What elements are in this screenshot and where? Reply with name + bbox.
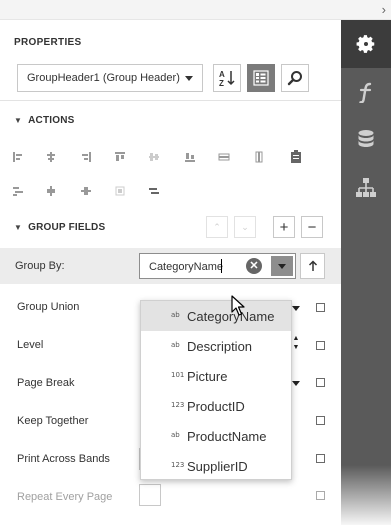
prop-group-union-label: Group Union [17,301,80,313]
list-item-label: ProductName [187,429,267,444]
spin-icon[interactable]: ▲ ▼ [291,334,301,352]
send-to-back-icon[interactable] [146,184,162,198]
svg-text:A: A [219,70,225,79]
panel-title: PROPERTIES [14,37,82,48]
mouse-pointer-icon [231,295,245,316]
panel-top-strip: › [0,0,391,20]
prop-repeat-every-page-checkbox[interactable] [139,484,161,506]
list-item[interactable]: 101 Picture [141,361,291,391]
chevron-down-icon[interactable] [292,306,300,311]
align-middle-icon[interactable] [146,150,162,164]
component-selector[interactable]: GroupHeader1 (Group Header) [17,64,203,92]
align-right-icon[interactable] [78,150,94,164]
align-center-icon[interactable] [43,150,59,164]
size-to-grid-icon[interactable] [10,184,26,198]
gear-icon [356,35,375,53]
dropdown-button[interactable] [271,256,293,276]
align-left-icon[interactable] [10,150,26,164]
field-dropdown-list: ab CategoryName ab Description 101 Pictu… [140,300,292,480]
chevron-down-icon [278,263,286,269]
categorized-view-button[interactable] [247,64,275,92]
prop-page-break-label: Page Break [17,377,75,389]
chevron-down-icon: ⌄ [241,221,249,232]
list-item-label: ProductID [187,399,245,414]
group-fields-section-header[interactable]: ▼ GROUP FIELDS [14,222,105,233]
chevron-down-icon[interactable] [292,381,300,386]
center-vertically-icon[interactable] [78,184,94,198]
remove-group-field-button[interactable]: − [301,216,323,238]
text-caret [221,259,222,273]
collapse-triangle-icon: ▼ [14,223,23,232]
sort-alphabetical-icon: A Z [219,70,235,87]
tab-field-list[interactable] [341,116,391,164]
plus-icon: + [279,218,289,236]
properties-panel: PROPERTIES GroupHeader1 (Group Header) A… [0,20,341,525]
align-bottom-icon[interactable] [182,150,198,164]
svg-text:Z: Z [219,79,224,87]
categorized-view-icon [253,70,269,86]
search-icon [287,71,302,86]
collapse-panel-chevron-icon[interactable]: › [382,2,386,17]
prop-level-checkbox[interactable] [316,341,325,350]
side-tab-rail [341,20,391,525]
list-item[interactable]: 123 ProductID [141,391,291,421]
actions-section-header[interactable]: ▼ ACTIONS [14,115,75,126]
group-by-label: Group By: [15,260,65,272]
align-top-icon[interactable] [112,150,128,164]
sort-alphabetical-button[interactable]: A Z [213,64,241,92]
group-fields-section-label: GROUP FIELDS [28,222,106,233]
prop-level-label: Level [17,339,44,351]
same-height-icon[interactable] [251,150,267,164]
prop-print-across-bands-label: Print Across Bands [17,453,110,465]
function-icon [359,82,372,103]
list-item-label: Description [187,339,253,354]
rail-fade [341,465,391,525]
prop-group-union-checkbox[interactable] [316,303,325,312]
component-selector-value: GroupHeader1 (Group Header) [27,72,180,84]
tree-structure-icon [356,178,376,197]
prop-repeat-every-page-label: Repeat Every Page [17,491,113,503]
group-by-input[interactable]: CategoryName ✕ [139,253,296,279]
list-item-label: SupplierID [187,459,248,474]
number-type-icon: 123 [171,461,185,469]
list-item-label: Picture [187,369,228,384]
move-down-button[interactable]: ⌄ [234,216,256,238]
string-type-icon: ab [171,431,180,439]
prop-page-break-checkbox[interactable] [316,378,325,387]
prop-keep-together-label: Keep Together [17,415,89,427]
binary-type-icon: 101 [171,371,185,379]
string-type-icon: ab [171,311,180,319]
divider [0,100,341,101]
chevron-up-icon: ⌃ [213,221,221,232]
list-item[interactable]: 123 SupplierID [141,451,291,481]
prop-print-across-bands-reset[interactable] [316,454,325,463]
clear-icon[interactable]: ✕ [246,258,262,274]
move-up-button[interactable]: ⌃ [206,216,228,238]
list-item[interactable]: ab CategoryName [141,301,291,331]
tab-expressions[interactable] [341,68,391,116]
same-width-icon[interactable] [216,150,232,164]
sort-order-button[interactable] [300,253,325,279]
prop-repeat-every-page-reset[interactable] [316,491,325,500]
clipboard-icon[interactable] [288,150,304,164]
number-type-icon: 123 [171,401,185,409]
list-item[interactable]: ab Description [141,331,291,361]
center-horizontally-icon[interactable] [43,184,59,198]
group-by-row: Group By: CategoryName ✕ [0,248,341,284]
prop-keep-together-checkbox[interactable] [316,416,325,425]
list-item[interactable]: ab ProductName [141,421,291,451]
minus-icon: − [307,218,317,236]
chevron-down-icon [185,76,193,81]
search-button[interactable] [281,64,309,92]
add-group-field-button[interactable]: + [273,216,295,238]
database-icon [358,130,374,147]
tab-properties[interactable] [341,20,391,68]
arrow-up-icon [308,260,317,271]
actions-section-label: ACTIONS [28,115,75,126]
string-type-icon: ab [171,341,180,349]
tab-report-explorer[interactable] [341,164,391,212]
bring-to-front-icon[interactable] [112,184,128,198]
collapse-triangle-icon: ▼ [14,116,23,125]
group-by-value: CategoryName [149,261,223,273]
